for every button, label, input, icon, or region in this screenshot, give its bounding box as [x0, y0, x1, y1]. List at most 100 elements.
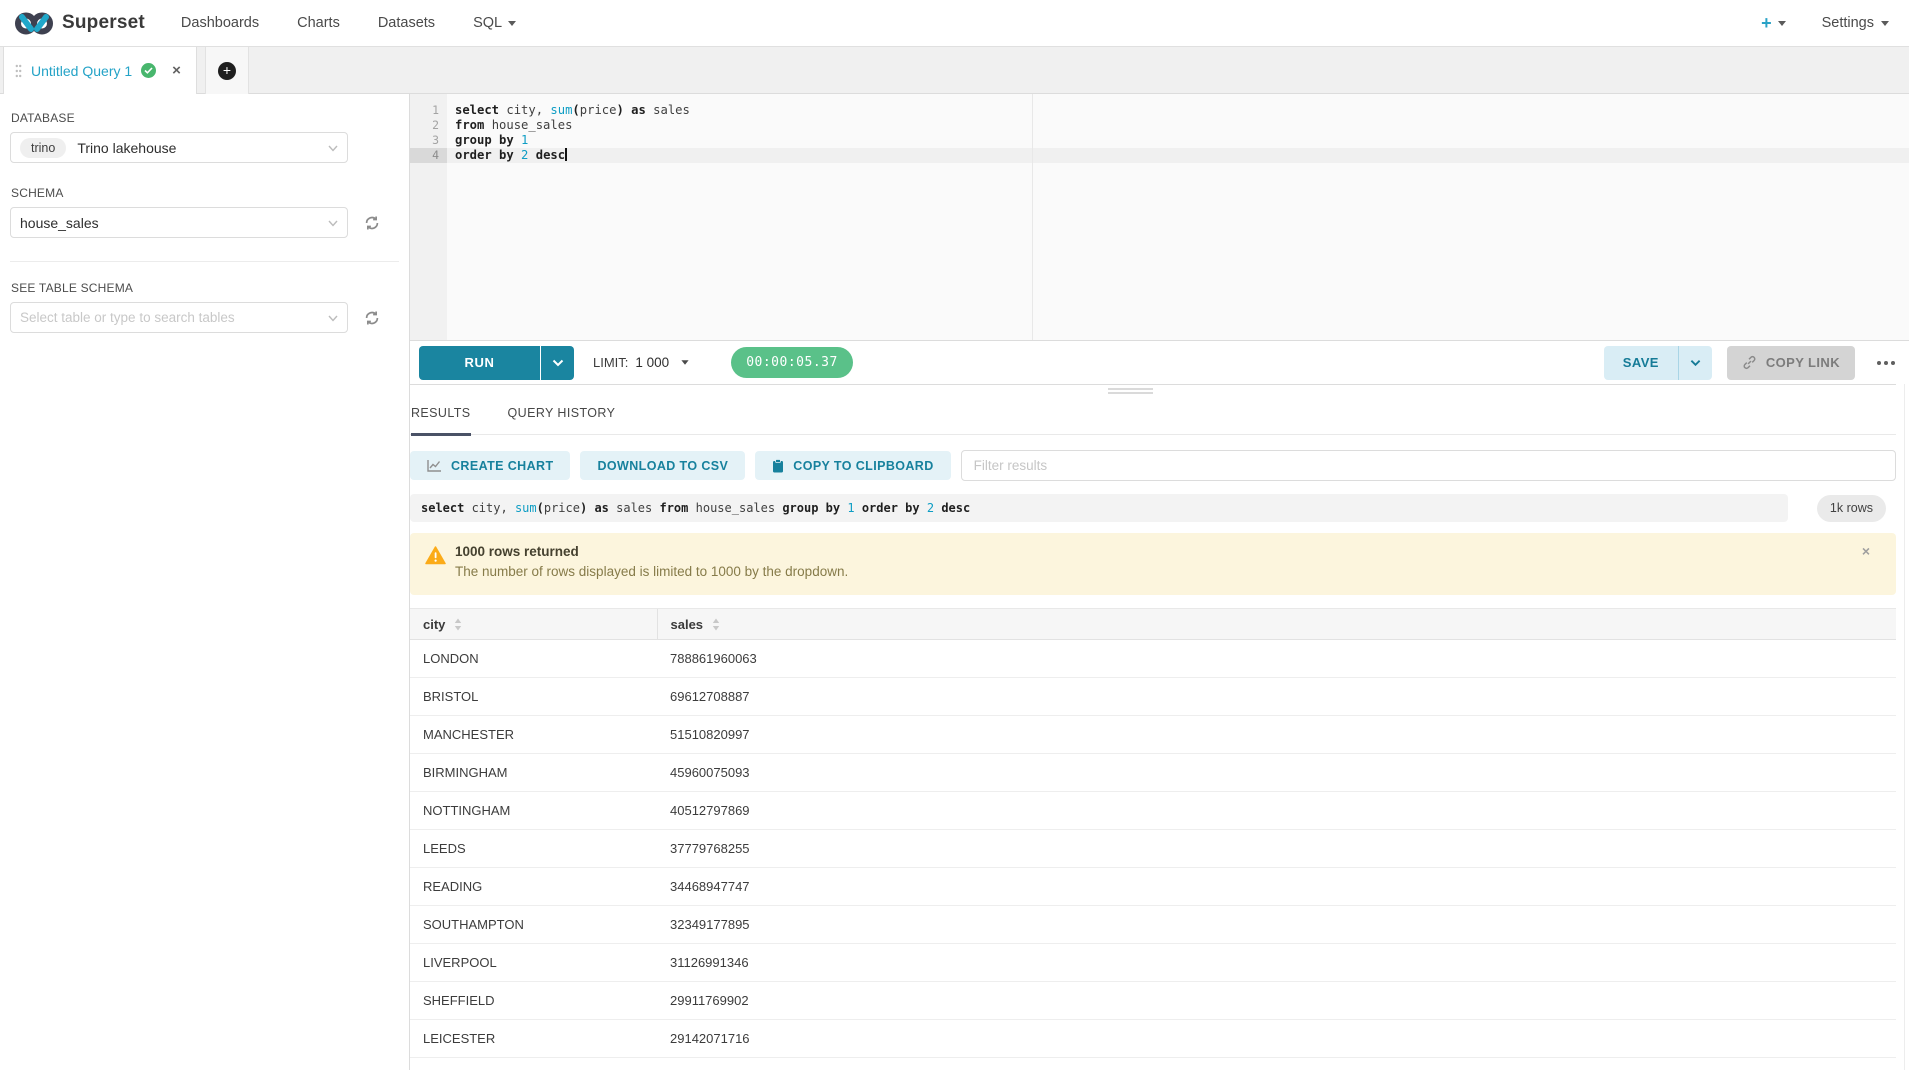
cell-city: LEEDS [410, 830, 657, 868]
sql-lab-page: Superset Dashboards Charts Datasets SQL … [0, 0, 1909, 1070]
filter-results-input[interactable] [961, 450, 1896, 481]
chevron-down-icon [328, 220, 338, 227]
sort-icon[interactable] [454, 618, 462, 631]
executed-query-text: select city, sum(price) as sales from ho… [410, 494, 1788, 522]
more-options-button[interactable] [1877, 361, 1895, 365]
cell-city: BIRMINGHAM [410, 754, 657, 792]
alert-body: The number of rows displayed is limited … [455, 564, 1856, 579]
cell-sales: 69612708887 [657, 678, 1896, 716]
code-line: group by 1 [455, 133, 1909, 148]
create-chart-button[interactable]: CREATE CHART [410, 451, 570, 480]
cell-sales: 37779768255 [657, 830, 1896, 868]
see-table-schema-label: SEE TABLE SCHEMA [11, 281, 399, 295]
nav-dashboards[interactable]: Dashboards [181, 15, 259, 31]
database-select[interactable]: trino Trino lakehouse [10, 132, 348, 163]
top-navbar: Superset Dashboards Charts Datasets SQL … [0, 0, 1909, 47]
copy-link-button[interactable]: COPY LINK [1727, 346, 1855, 380]
sort-icon[interactable] [712, 618, 720, 631]
add-tab-button[interactable]: + [218, 62, 236, 80]
schema-select[interactable]: house_sales [10, 207, 348, 238]
table-row: BIRMINGHAM45960075093 [410, 754, 1896, 792]
chevron-down-icon [328, 315, 338, 322]
column-header-sales[interactable]: sales [657, 609, 1896, 640]
query-success-icon [141, 63, 156, 78]
tab-query-history[interactable]: QUERY HISTORY [508, 406, 616, 434]
tab-title: Untitled Query 1 [31, 63, 132, 79]
save-options-button[interactable] [1679, 346, 1712, 380]
refresh-tables-icon[interactable] [363, 309, 381, 327]
superset-logo[interactable]: Superset [14, 11, 145, 36]
results-actions: CREATE CHART DOWNLOAD TO CSV COPY TO CLI… [410, 450, 1896, 481]
run-button[interactable]: RUN [419, 346, 540, 380]
plus-icon: + [1761, 14, 1772, 32]
cell-city: LEICESTER [410, 1020, 657, 1058]
column-header-city[interactable]: city [410, 609, 657, 640]
query-tabbar: Untitled Query 1 × + [0, 47, 1909, 94]
cell-sales: 40512797869 [657, 792, 1896, 830]
run-button-group: RUN [419, 346, 574, 380]
query-summary-row: select city, sum(price) as sales from ho… [410, 494, 1896, 522]
code-line: from house_sales [455, 118, 1909, 133]
alert-title: 1000 rows returned [455, 544, 1856, 559]
drag-handle-icon[interactable] [15, 64, 22, 78]
tab-untitled-query-1[interactable]: Untitled Query 1 × [3, 47, 197, 94]
cell-sales: 31126991346 [657, 944, 1896, 982]
save-button[interactable]: SAVE [1604, 346, 1678, 380]
cell-sales: 51510820997 [657, 716, 1896, 754]
table-row: LEEDS37779768255 [410, 830, 1896, 868]
sidebar-divider [10, 261, 399, 262]
nav-datasets[interactable]: Datasets [378, 15, 435, 31]
main-nav: Dashboards Charts Datasets SQL [181, 15, 516, 31]
table-row: LIVERPOOL31126991346 [410, 944, 1896, 982]
close-icon[interactable]: × [1862, 544, 1870, 558]
results-pane: RESULTS QUERY HISTORY CREATE CHART DOWNL… [410, 384, 1896, 1070]
rows-limit-alert: 1000 rows returned The number of rows di… [410, 533, 1896, 595]
table-select[interactable]: Select table or type to search tables [10, 302, 348, 333]
link-icon [1742, 355, 1757, 370]
chevron-down-icon [328, 145, 338, 152]
database-value: Trino lakehouse [77, 140, 176, 156]
results-tabs: RESULTS QUERY HISTORY [410, 385, 1896, 435]
nav-charts[interactable]: Charts [297, 15, 340, 31]
code-line: order by 2 desc [455, 148, 1909, 163]
new-item-menu[interactable]: + [1761, 14, 1786, 32]
nav-sql-menu[interactable]: SQL [473, 15, 516, 31]
download-csv-button[interactable]: DOWNLOAD TO CSV [580, 451, 745, 480]
copy-clipboard-button[interactable]: COPY TO CLIPBOARD [755, 451, 950, 480]
limit-label: LIMIT: [593, 355, 628, 370]
line-number: 3 [410, 133, 447, 148]
tab-results[interactable]: RESULTS [411, 406, 471, 436]
sqllab-sidebar: DATABASE trino Trino lakehouse SCHEMA ho… [0, 94, 410, 1070]
schema-value: house_sales [20, 215, 99, 231]
table-header-row: city sales [410, 609, 1896, 640]
cell-sales: 29142071716 [657, 1020, 1896, 1058]
limit-value: 1 000 [635, 355, 669, 370]
editor-code: select city, sum(price) as sales from ho… [455, 103, 1909, 163]
pane-resize-handle[interactable] [1108, 388, 1153, 396]
cell-sales: 29911769902 [657, 982, 1896, 1020]
table-row: NOTTINGHAM40512797869 [410, 792, 1896, 830]
run-options-button[interactable] [541, 346, 574, 380]
warning-icon [425, 546, 446, 565]
cell-city: SHEFFIELD [410, 982, 657, 1020]
chevron-down-icon [1778, 21, 1786, 26]
limit-dropdown[interactable]: LIMIT: 1 000 [593, 355, 689, 370]
line-number: 2 [410, 118, 447, 133]
refresh-schema-icon[interactable] [363, 214, 381, 232]
table-row: SOUTHAMPTON32349177895 [410, 906, 1896, 944]
close-tab-icon[interactable]: × [172, 63, 181, 78]
toolbar-right: SAVE COPY LINK [1604, 346, 1895, 380]
cell-city: SOUTHAMPTON [410, 906, 657, 944]
cell-city: LIVERPOOL [410, 944, 657, 982]
settings-menu[interactable]: Settings [1822, 15, 1889, 31]
cell-city: LONDON [410, 640, 657, 678]
cell-sales: 34468947747 [657, 868, 1896, 906]
line-number: 1 [410, 103, 447, 118]
schema-label: SCHEMA [11, 186, 399, 200]
chevron-down-icon [1881, 21, 1889, 26]
cell-city: BRISTOL [410, 678, 657, 716]
results-table: city sales LONDON788861960063BRISTOL6961… [410, 608, 1896, 1058]
sql-editor[interactable]: 1 2 3 4 select city, sum(price) as sales… [410, 94, 1909, 340]
query-timer-badge: 00:00:05.37 [731, 347, 853, 378]
text-cursor [565, 148, 567, 161]
